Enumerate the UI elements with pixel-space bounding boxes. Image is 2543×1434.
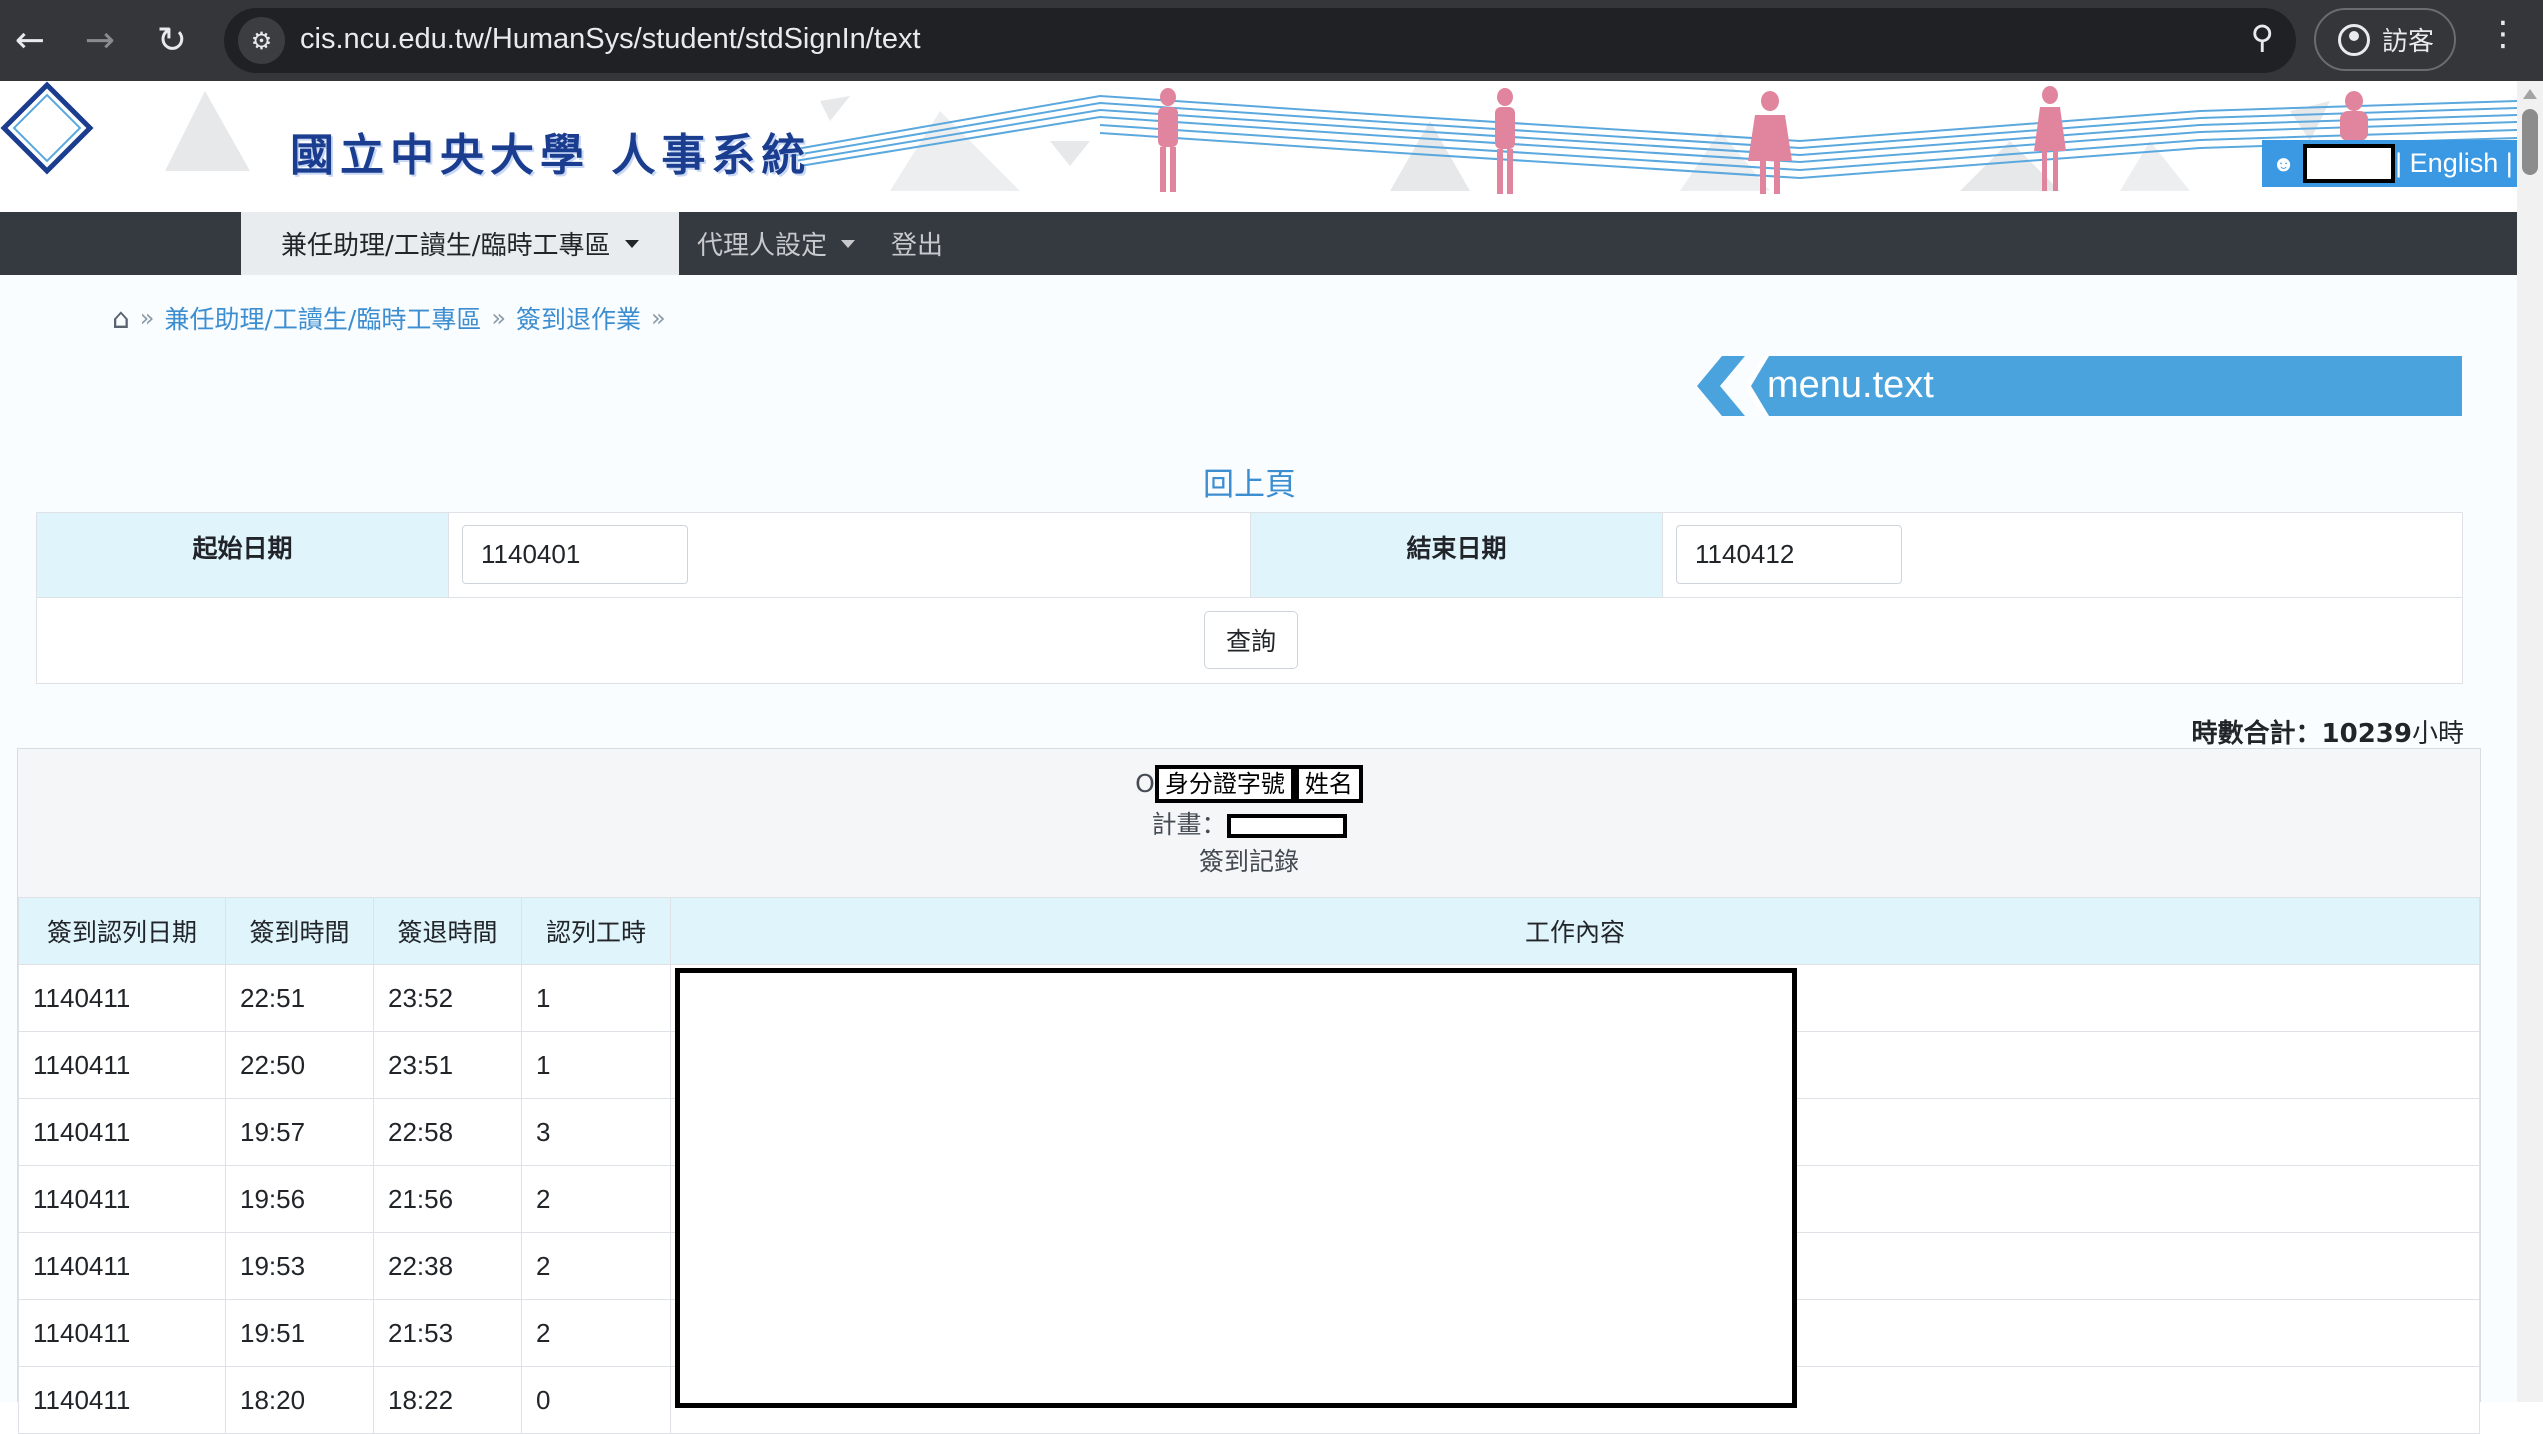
nav-item-assistant-area[interactable]: 兼任助理/工讀生/臨時工專區 [241,212,679,275]
forward-arrow-icon[interactable]: → [72,13,128,69]
signin-time-cell: 19:56 [225,1165,374,1233]
signin-date-cell: 1140411 [18,964,226,1032]
column-header: 簽到時間 [225,897,374,965]
person-info-line: O 身分證字號 姓名 [18,765,2480,803]
signin-date-cell: 1140411 [18,1098,226,1166]
end-date-label: 結束日期 [1251,513,1663,598]
breadcrumb-item-assistant-area[interactable]: 兼任助理/工讀生/臨時工專區 [164,300,481,336]
column-header: 認列工時 [521,897,671,965]
total-hours-label: 時數合計： [2191,719,2322,749]
id-number-label: 身分證字號 [1154,765,1295,803]
plan-label: 計畫： [1151,810,1227,839]
main-navbar: 兼任助理/工讀生/臨時工專區 代理人設定 登出 [0,212,2517,275]
signin-date-cell: 1140411 [18,1299,226,1367]
profile-label: 訪客 [2382,27,2435,57]
breadcrumb-item-signin[interactable]: 簽到退作業 [516,300,641,336]
signout-time-cell: 22:38 [373,1232,522,1300]
signout-time-cell: 21:53 [373,1299,522,1367]
profile-icon [2338,23,2370,56]
hours-cell: 0 [521,1366,671,1434]
query-form: 起始日期 結束日期 查詢 [36,512,2463,684]
name-label: 姓名 [1294,765,1363,803]
signin-time-cell: 22:51 [225,964,374,1032]
query-button[interactable]: 查詢 [1204,611,1298,669]
plan-info-line: 計畫： [18,805,2480,841]
total-hours-unit: 小時 [2411,719,2464,749]
record-title: 簽到記錄 [1198,847,1299,876]
end-date-input[interactable] [1676,525,1902,584]
start-date-cell [449,513,1251,598]
caret-down-icon [624,239,639,248]
nav-item-proxy-settings[interactable]: 代理人設定 [697,212,856,275]
back-arrow-icon[interactable]: ← [2,13,58,69]
signin-time-cell: 19:53 [225,1232,374,1300]
hours-cell: 1 [521,1031,671,1099]
browser-toolbar: ← → ↻ ⚙ cis.ncu.edu.tw/HumanSys/student/… [0,0,2543,81]
start-date-input[interactable] [462,525,688,584]
site-banner: 國立中央大學 人事系統 [0,81,2517,212]
total-hours-value: 10239 [2321,719,2412,749]
redacted-username [2303,144,2396,183]
person-prefix: O [1135,769,1155,798]
signin-date-cell: 1140411 [18,1031,226,1099]
user-icon: ☻ [2272,150,2296,176]
browser-menu-icon[interactable]: ⋮ [2486,14,2520,54]
signout-time-cell: 22:58 [373,1098,522,1166]
column-header: 工作內容 [670,897,2480,965]
signout-time-cell: 18:22 [373,1366,522,1434]
page-scrollbar[interactable] [2517,81,2543,1402]
signin-time-cell: 19:51 [225,1299,374,1367]
site-settings-icon[interactable]: ⚙ [238,17,285,64]
scrollbar-thumb[interactable] [2522,109,2538,175]
signout-time-cell: 23:52 [373,964,522,1032]
home-icon[interactable]: ⌂ [112,302,130,335]
start-date-label: 起始日期 [37,513,449,598]
hours-cell: 2 [521,1232,671,1300]
site-logo-title[interactable]: 國立中央大學 人事系統 [290,119,811,183]
redacted-plan [1226,814,1347,838]
signin-date-cell: 1140411 [18,1366,226,1434]
signin-date-cell: 1140411 [18,1165,226,1233]
user-language-bar: ☻ | English | [2262,140,2523,187]
scroll-up-icon[interactable] [2523,89,2537,99]
double-chevron-icon: » [491,304,507,332]
signin-time-cell: 18:20 [225,1366,374,1434]
reload-icon[interactable]: ↻ [144,13,200,69]
hours-cell: 3 [521,1098,671,1166]
hours-cell: 2 [521,1299,671,1367]
hours-cell: 1 [521,964,671,1032]
nav-item-label: 兼任助理/工讀生/臨時工專區 [281,231,611,261]
signin-date-cell: 1140411 [18,1232,226,1300]
nav-item-label: 代理人設定 [697,231,828,261]
back-link[interactable]: 回上頁 [1203,459,1296,504]
double-chevron-icon: » [139,304,155,332]
english-link[interactable]: | English | [2395,148,2513,179]
zoom-icon[interactable]: ⚲ [2251,18,2274,56]
caret-down-icon [841,239,856,248]
breadcrumb: ⌂ » 兼任助理/工讀生/臨時工專區 » 簽到退作業 » [112,300,666,336]
profile-button[interactable]: 訪客 [2314,8,2456,71]
double-chevron-icon: » [651,304,666,332]
hours-cell: 2 [521,1165,671,1233]
url-text[interactable]: cis.ncu.edu.tw/HumanSys/student/stdSignI… [300,23,921,56]
table-header-row: 簽到認列日期 簽到時間 簽退時間 認列工時 工作內容 [18,897,2480,965]
total-hours: 時數合計：10239小時 [2192,713,2465,750]
signout-time-cell: 21:56 [373,1165,522,1233]
end-date-cell [1663,513,2462,598]
signin-time-cell: 22:50 [225,1031,374,1099]
menu-title-text: menu.text [1767,364,1934,406]
nav-item-label: 登出 [891,231,944,261]
column-header: 簽到認列日期 [18,897,226,965]
redacted-work-content [675,968,1797,1408]
address-bar[interactable]: ⚙ cis.ncu.edu.tw/HumanSys/student/stdSig… [224,8,2296,73]
column-header: 簽退時間 [373,897,522,965]
menu-title-banner: menu.text [1697,356,2462,416]
signin-time-cell: 19:57 [225,1098,374,1166]
signout-time-cell: 23:51 [373,1031,522,1099]
nav-item-logout[interactable]: 登出 [891,212,943,275]
